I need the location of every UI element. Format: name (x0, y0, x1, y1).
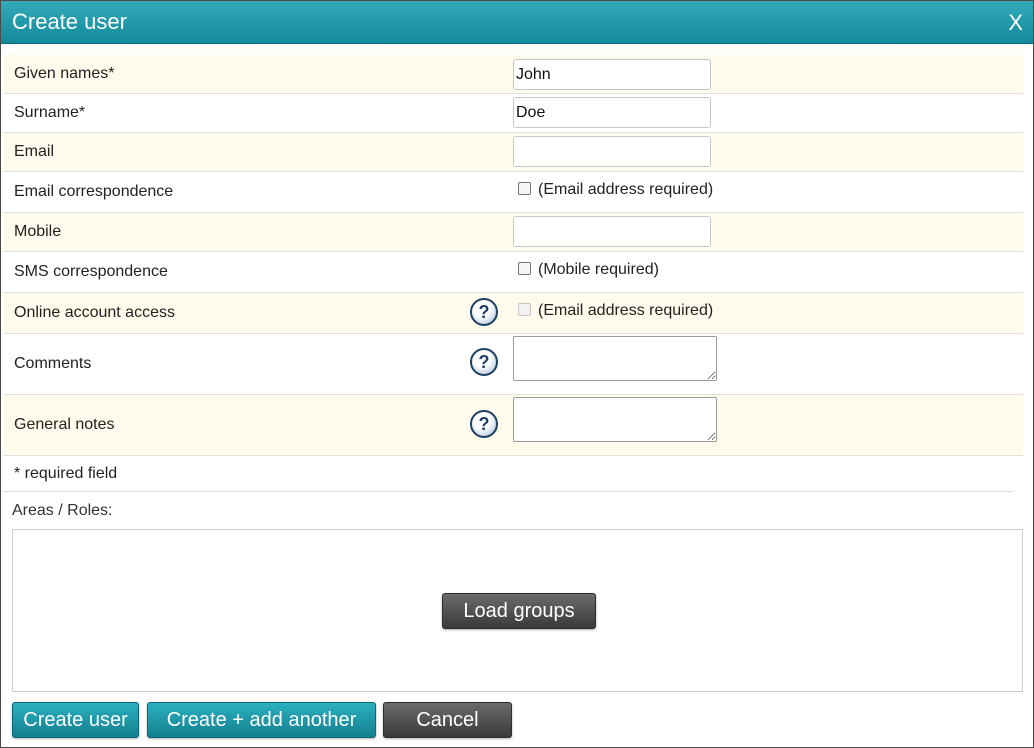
surname-input[interactable] (513, 97, 711, 128)
general-notes-row: General notes ? (3, 395, 1023, 456)
divider (3, 491, 1013, 492)
email-correspondence-option: (Email address required) (518, 181, 713, 199)
help-question-icon[interactable]: ? (470, 348, 498, 376)
given-names-input[interactable] (513, 59, 711, 90)
mobile-row: Mobile (3, 213, 1023, 252)
title-bar: Create user X (1, 1, 1033, 44)
create-add-another-button[interactable]: Create + add another (147, 702, 376, 738)
dialog-title: Create user (12, 9, 127, 34)
sms-correspondence-option: (Mobile required) (518, 261, 659, 279)
online-account-access-option: (Email address required) (518, 302, 713, 320)
surname-row: Surname* (3, 94, 1023, 133)
cancel-button[interactable]: Cancel (383, 702, 512, 738)
comments-row: Comments ? (3, 334, 1023, 395)
load-groups-button[interactable]: Load groups (442, 593, 596, 629)
email-correspondence-label: Email correspondence (14, 183, 174, 200)
given-names-row: Given names* (3, 55, 1023, 94)
help-question-icon[interactable]: ? (470, 298, 498, 326)
mobile-label: Mobile (14, 223, 62, 240)
general-notes-textarea[interactable] (513, 397, 717, 442)
comments-label: Comments (14, 355, 92, 372)
general-notes-label: General notes (14, 416, 115, 433)
mobile-input[interactable] (513, 216, 711, 247)
areas-roles-label: Areas / Roles: (12, 502, 113, 519)
online-account-access-checkbox[interactable] (518, 303, 531, 316)
online-account-access-checkbox-label: (Email address required) (538, 302, 714, 319)
given-names-label: Given names* (14, 65, 115, 82)
online-account-access-label: Online account access (14, 304, 175, 321)
email-label: Email (14, 143, 55, 160)
email-correspondence-checkbox[interactable] (518, 182, 531, 195)
sms-correspondence-row: SMS correspondence (Mobile required) (3, 252, 1023, 293)
sms-correspondence-checkbox-label: (Mobile required) (538, 261, 659, 278)
sms-correspondence-label: SMS correspondence (14, 263, 168, 280)
required-field-note: * required field (14, 465, 118, 482)
email-correspondence-checkbox-label: (Email address required) (538, 181, 714, 198)
create-user-button[interactable]: Create user (12, 702, 139, 738)
email-input[interactable] (513, 136, 711, 167)
email-row: Email (3, 133, 1023, 172)
close-icon[interactable]: X (1008, 10, 1023, 36)
online-account-access-row: Online account access ? (Email address r… (3, 293, 1023, 334)
create-user-dialog: Create user X Given names* Surname* Emai… (0, 0, 1034, 748)
areas-roles-panel: Load groups (12, 529, 1023, 692)
comments-textarea[interactable] (513, 336, 717, 381)
surname-label: Surname* (14, 104, 86, 121)
sms-correspondence-checkbox[interactable] (518, 262, 531, 275)
email-correspondence-row: Email correspondence (Email address requ… (3, 172, 1023, 213)
help-question-icon[interactable]: ? (470, 410, 498, 438)
